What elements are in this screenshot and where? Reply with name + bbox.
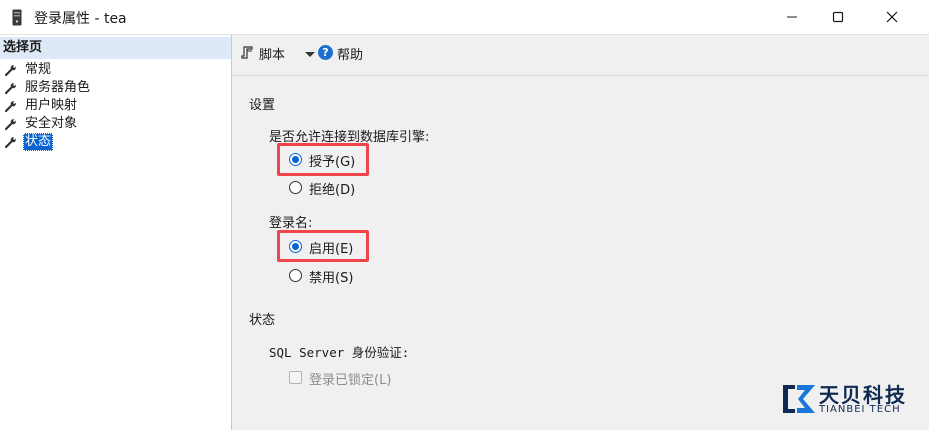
grant-radio[interactable]: 授予(G)	[289, 151, 369, 171]
script-icon	[241, 46, 253, 59]
server-icon	[12, 9, 22, 26]
radio-selected-icon	[289, 240, 302, 253]
deny-label: 拒绝(D)	[309, 183, 356, 198]
radio-selected-icon	[289, 153, 302, 166]
maximize-button[interactable]	[815, 0, 861, 34]
status-page-content: 设置 是否允许连接到数据库引擎: 授予(G) 拒绝(D) 登录名: 启用(E) …	[232, 76, 929, 430]
wrench-icon	[5, 119, 16, 130]
script-button[interactable]: 脚本	[241, 43, 315, 63]
login-locked-checkbox[interactable]: 登录已锁定(L)	[289, 369, 419, 389]
help-icon: ?	[318, 45, 333, 60]
script-label: 脚本	[259, 48, 286, 63]
page-item-label: 常规	[25, 62, 52, 77]
login-locked-label: 登录已锁定(L)	[309, 373, 392, 388]
close-button[interactable]	[869, 0, 915, 34]
checkbox-icon	[289, 371, 302, 384]
page-item-label: 用户映射	[25, 98, 78, 113]
select-page-panel: 选择页 常规 服务器角色 用户映射 安全对象 状态	[0, 35, 232, 430]
toolbar: 脚本 ? 帮助	[232, 35, 929, 76]
enable-radio[interactable]: 启用(E)	[289, 238, 369, 258]
brand-en: TIANBEI TECH	[819, 404, 901, 415]
sql-auth-label: SQL Server 身份验证:	[269, 345, 410, 360]
help-button[interactable]: ? 帮助	[318, 43, 378, 63]
wrench-icon	[5, 65, 16, 76]
enable-label: 启用(E)	[309, 242, 354, 257]
disable-label: 禁用(S)	[309, 271, 354, 286]
wrench-icon	[5, 137, 16, 148]
close-icon	[886, 11, 898, 23]
page-item-label: 状态	[23, 133, 54, 151]
maximize-icon	[832, 11, 844, 23]
wrench-icon	[5, 83, 16, 94]
help-label: 帮助	[337, 48, 364, 63]
window-title: 登录属性 - tea	[34, 11, 127, 27]
brand-watermark: 天贝科技 TIANBEI TECH	[781, 379, 921, 423]
disable-radio[interactable]: 禁用(S)	[289, 267, 369, 287]
tianbei-logo-icon	[783, 385, 815, 413]
status-section-label: 状态	[249, 313, 276, 328]
deny-radio[interactable]: 拒绝(D)	[289, 179, 369, 199]
minimize-button[interactable]	[769, 0, 815, 34]
page-item-label: 安全对象	[25, 116, 78, 131]
properties-panel: 脚本 ? 帮助 设置 是否允许连接到数据库引擎: 授予(G) 拒绝(D) 登录名…	[232, 35, 929, 430]
select-page-header: 选择页	[0, 37, 231, 59]
title-bar: 登录属性 - tea	[0, 0, 929, 35]
grant-label: 授予(G)	[309, 155, 356, 170]
chevron-down-icon[interactable]	[305, 52, 315, 57]
radio-unselected-icon	[289, 269, 302, 282]
radio-unselected-icon	[289, 181, 302, 194]
minimize-icon	[787, 16, 797, 18]
login-label: 登录名:	[269, 216, 313, 231]
page-item-label: 服务器角色	[25, 80, 91, 95]
settings-section-label: 设置	[249, 98, 276, 113]
wrench-icon	[5, 101, 16, 112]
